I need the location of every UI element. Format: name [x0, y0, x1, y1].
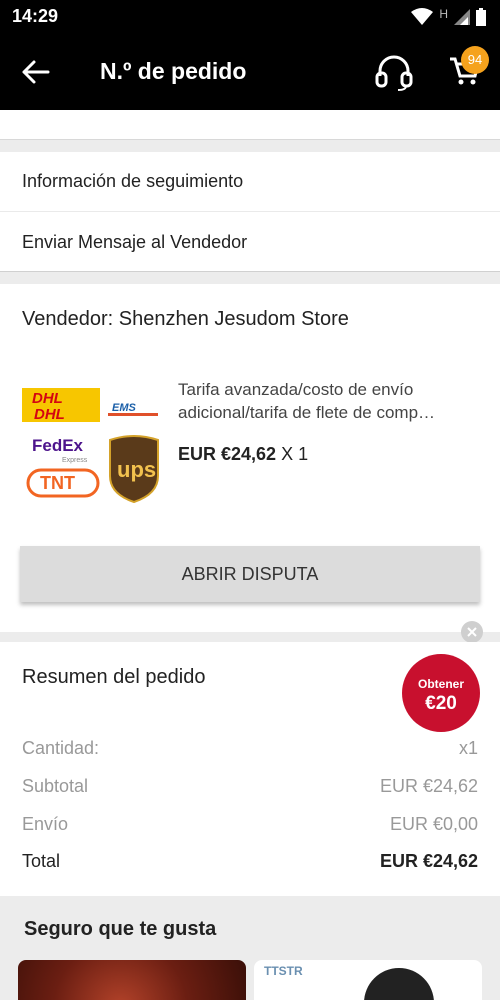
summary-label: Subtotal	[22, 776, 89, 796]
summary-title: Resumen del pedido	[22, 666, 206, 688]
summary-row-subtotal: Subtotal EUR €24,62	[22, 776, 478, 797]
wifi-icon	[411, 8, 434, 25]
summary-value: EUR €0,00	[389, 814, 478, 834]
status-time: 14:29	[12, 6, 59, 26]
summary-row-total: Total EUR €24,62	[22, 851, 478, 872]
cart-count-badge: 94	[461, 46, 489, 74]
coupon-promo-badge[interactable]: Obtener €20	[402, 654, 480, 732]
summary-label: Total	[22, 851, 61, 871]
status-bar: 14:29 H	[0, 0, 500, 34]
recommended-product-card[interactable]: TTSTR	[254, 960, 482, 1000]
promo-label: Obtener	[417, 677, 464, 691]
helmet-image	[364, 968, 434, 1000]
tracking-info-link[interactable]: Información de seguimiento	[0, 152, 500, 212]
network-type-label: H	[439, 7, 448, 21]
product-quantity: X 1	[281, 444, 309, 464]
fedex-logo-text: FedEx	[32, 436, 84, 455]
recommendations-title: Seguro que te gusta	[24, 918, 217, 940]
customer-support-button[interactable]	[374, 52, 414, 92]
product-title-line1: Tarifa avanzada/costo de envío	[178, 380, 414, 399]
recommended-product-card[interactable]	[18, 960, 246, 1000]
product-price: EUR €24,62	[178, 444, 277, 464]
back-arrow-icon	[22, 60, 50, 84]
product-title[interactable]: Tarifa avanzada/costo de envío adicional…	[178, 378, 478, 424]
ems-logo-text: EMS	[112, 402, 137, 414]
tnt-logo-text: TNT	[40, 473, 75, 493]
summary-row-shipping: Envío EUR €0,00	[22, 814, 478, 835]
page-title: N.º de pedido	[100, 58, 247, 84]
top-strip	[0, 110, 500, 140]
product-price-row: EUR €24,62 X 1	[178, 444, 308, 465]
summary-row-quantity: Cantidad: x1	[22, 738, 478, 759]
battery-icon	[476, 8, 486, 26]
open-dispute-button[interactable]: ABRIR DISPUTA	[20, 546, 480, 602]
dhl-logo-text: DHL	[32, 390, 63, 407]
status-icons: H	[411, 7, 486, 26]
back-button[interactable]	[20, 56, 56, 88]
order-summary-panel: Resumen del pedido Obtener €20 Cantidad:…	[0, 642, 500, 896]
order-links-panel: Información de seguimiento Enviar Mensaj…	[0, 152, 500, 272]
message-seller-link[interactable]: Enviar Mensaje al Vendedor	[0, 213, 500, 273]
summary-value: EUR €24,62	[379, 776, 478, 796]
seller-panel: Vendedor: Shenzhen Jesudom Store DHL DHL…	[0, 284, 500, 632]
ups-logo-text: ups	[117, 457, 156, 482]
promo-amount: €20	[425, 693, 457, 714]
signal-icon	[454, 9, 470, 25]
seller-name[interactable]: Vendedor: Shenzhen Jesudom Store	[22, 308, 349, 331]
summary-label: Envío	[22, 814, 69, 834]
fedex-sub-text: Express	[62, 457, 88, 464]
summary-value: EUR €24,62	[379, 851, 478, 871]
dhl-logo-text-2: DHL	[34, 406, 65, 423]
product-title-line2: adicional/tarifa de flete de comp…	[178, 403, 436, 422]
app-bar: N.º de pedido	[0, 34, 500, 110]
close-icon	[467, 627, 477, 637]
product-brand-logo: TTSTR	[264, 964, 303, 978]
summary-label: Cantidad:	[22, 738, 100, 758]
recommendations-section: Seguro que te gusta TTSTR	[0, 896, 500, 1000]
headset-icon	[375, 55, 413, 91]
summary-value: x1	[458, 738, 478, 758]
promo-close-button[interactable]	[461, 621, 483, 643]
product-image[interactable]: DHL DHL EMS FedEx Express TNT ups	[20, 384, 165, 504]
